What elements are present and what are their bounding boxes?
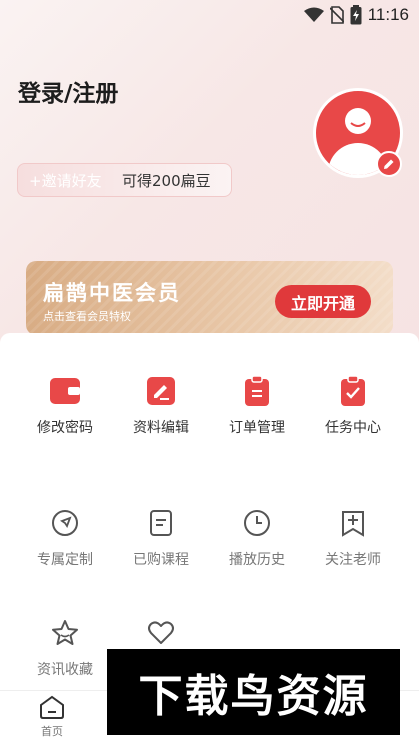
menu-item-task-center[interactable]: 任务中心 xyxy=(308,375,398,437)
tab-home-label: 首页 xyxy=(41,725,63,738)
invite-friends-banner[interactable]: +邀请好友 可得200扁豆 xyxy=(17,163,232,197)
menu-label: 已购课程 xyxy=(133,552,189,568)
login-register-link[interactable]: 登录/注册 xyxy=(18,74,118,108)
wifi-icon xyxy=(303,7,324,22)
watermark-text: 下载鸟资源 xyxy=(138,671,369,722)
pencil-icon xyxy=(384,159,394,169)
heart-icon xyxy=(145,617,177,649)
clipboard-icon xyxy=(241,375,273,407)
menu-label: 关注老师 xyxy=(325,552,381,568)
clock-icon xyxy=(241,507,273,539)
edit-doc-icon xyxy=(145,375,177,407)
tab-home[interactable]: 首页 xyxy=(17,695,87,739)
bookmark-plus-icon xyxy=(337,507,369,539)
vip-title: 扁鹊中医会员 xyxy=(43,281,181,305)
edit-avatar-button[interactable] xyxy=(376,151,402,177)
menu-item-custom[interactable]: 专属定制 xyxy=(20,507,110,569)
star-icon xyxy=(49,617,81,649)
menu-label: 任务中心 xyxy=(325,420,381,436)
menu-item-purchased-courses[interactable]: 已购课程 xyxy=(116,507,206,569)
menu-label: 资料编辑 xyxy=(133,420,189,436)
menu-item-news-favorites[interactable]: 资讯收藏 xyxy=(20,617,110,679)
menu-label: 订单管理 xyxy=(229,420,285,436)
menu-label: 专属定制 xyxy=(37,552,93,568)
open-vip-button[interactable]: 立即开通 xyxy=(275,285,371,318)
task-check-icon xyxy=(337,375,369,407)
status-icons: 11:16 xyxy=(303,5,409,25)
battery-charging-icon xyxy=(350,5,362,25)
menu-item-order-management[interactable]: 订单管理 xyxy=(212,375,302,437)
wallet-icon xyxy=(49,375,81,407)
vip-banner[interactable]: 扁鹊中医会员 点击查看会员特权 立即开通 xyxy=(26,261,393,335)
menu-label: 资讯收藏 xyxy=(37,662,93,678)
menu-label: 播放历史 xyxy=(229,552,285,568)
menu-item-followed-teachers[interactable]: 关注老师 xyxy=(308,507,398,569)
home-icon xyxy=(40,695,64,719)
document-icon xyxy=(145,507,177,539)
status-bar: 11:16 xyxy=(0,0,419,30)
vip-subtitle: 点击查看会员特权 xyxy=(43,310,131,323)
menu-item-change-password[interactable]: 修改密码 xyxy=(20,375,110,437)
menu-panel: 修改密码 资料编辑 订单管理 任务中心 专属定制 已购课程 播放历史 关注老师 … xyxy=(0,333,419,693)
status-time: 11:16 xyxy=(367,5,409,24)
menu-item-play-history[interactable]: 播放历史 xyxy=(212,507,302,569)
menu-label: 修改密码 xyxy=(37,420,93,436)
menu-item-profile-edit[interactable]: 资料编辑 xyxy=(116,375,206,437)
watermark-overlay: 下载鸟资源 xyxy=(107,649,400,735)
no-sim-icon xyxy=(329,6,344,24)
profile-header: 11:16 登录/注册 +邀请好友 可得200扁豆 扁鹊中医会员 点击查看会员特… xyxy=(0,0,419,345)
compass-icon xyxy=(49,507,81,539)
invite-tag: +邀请好友 xyxy=(29,171,102,190)
invite-reward: 可得200扁豆 xyxy=(122,171,211,190)
